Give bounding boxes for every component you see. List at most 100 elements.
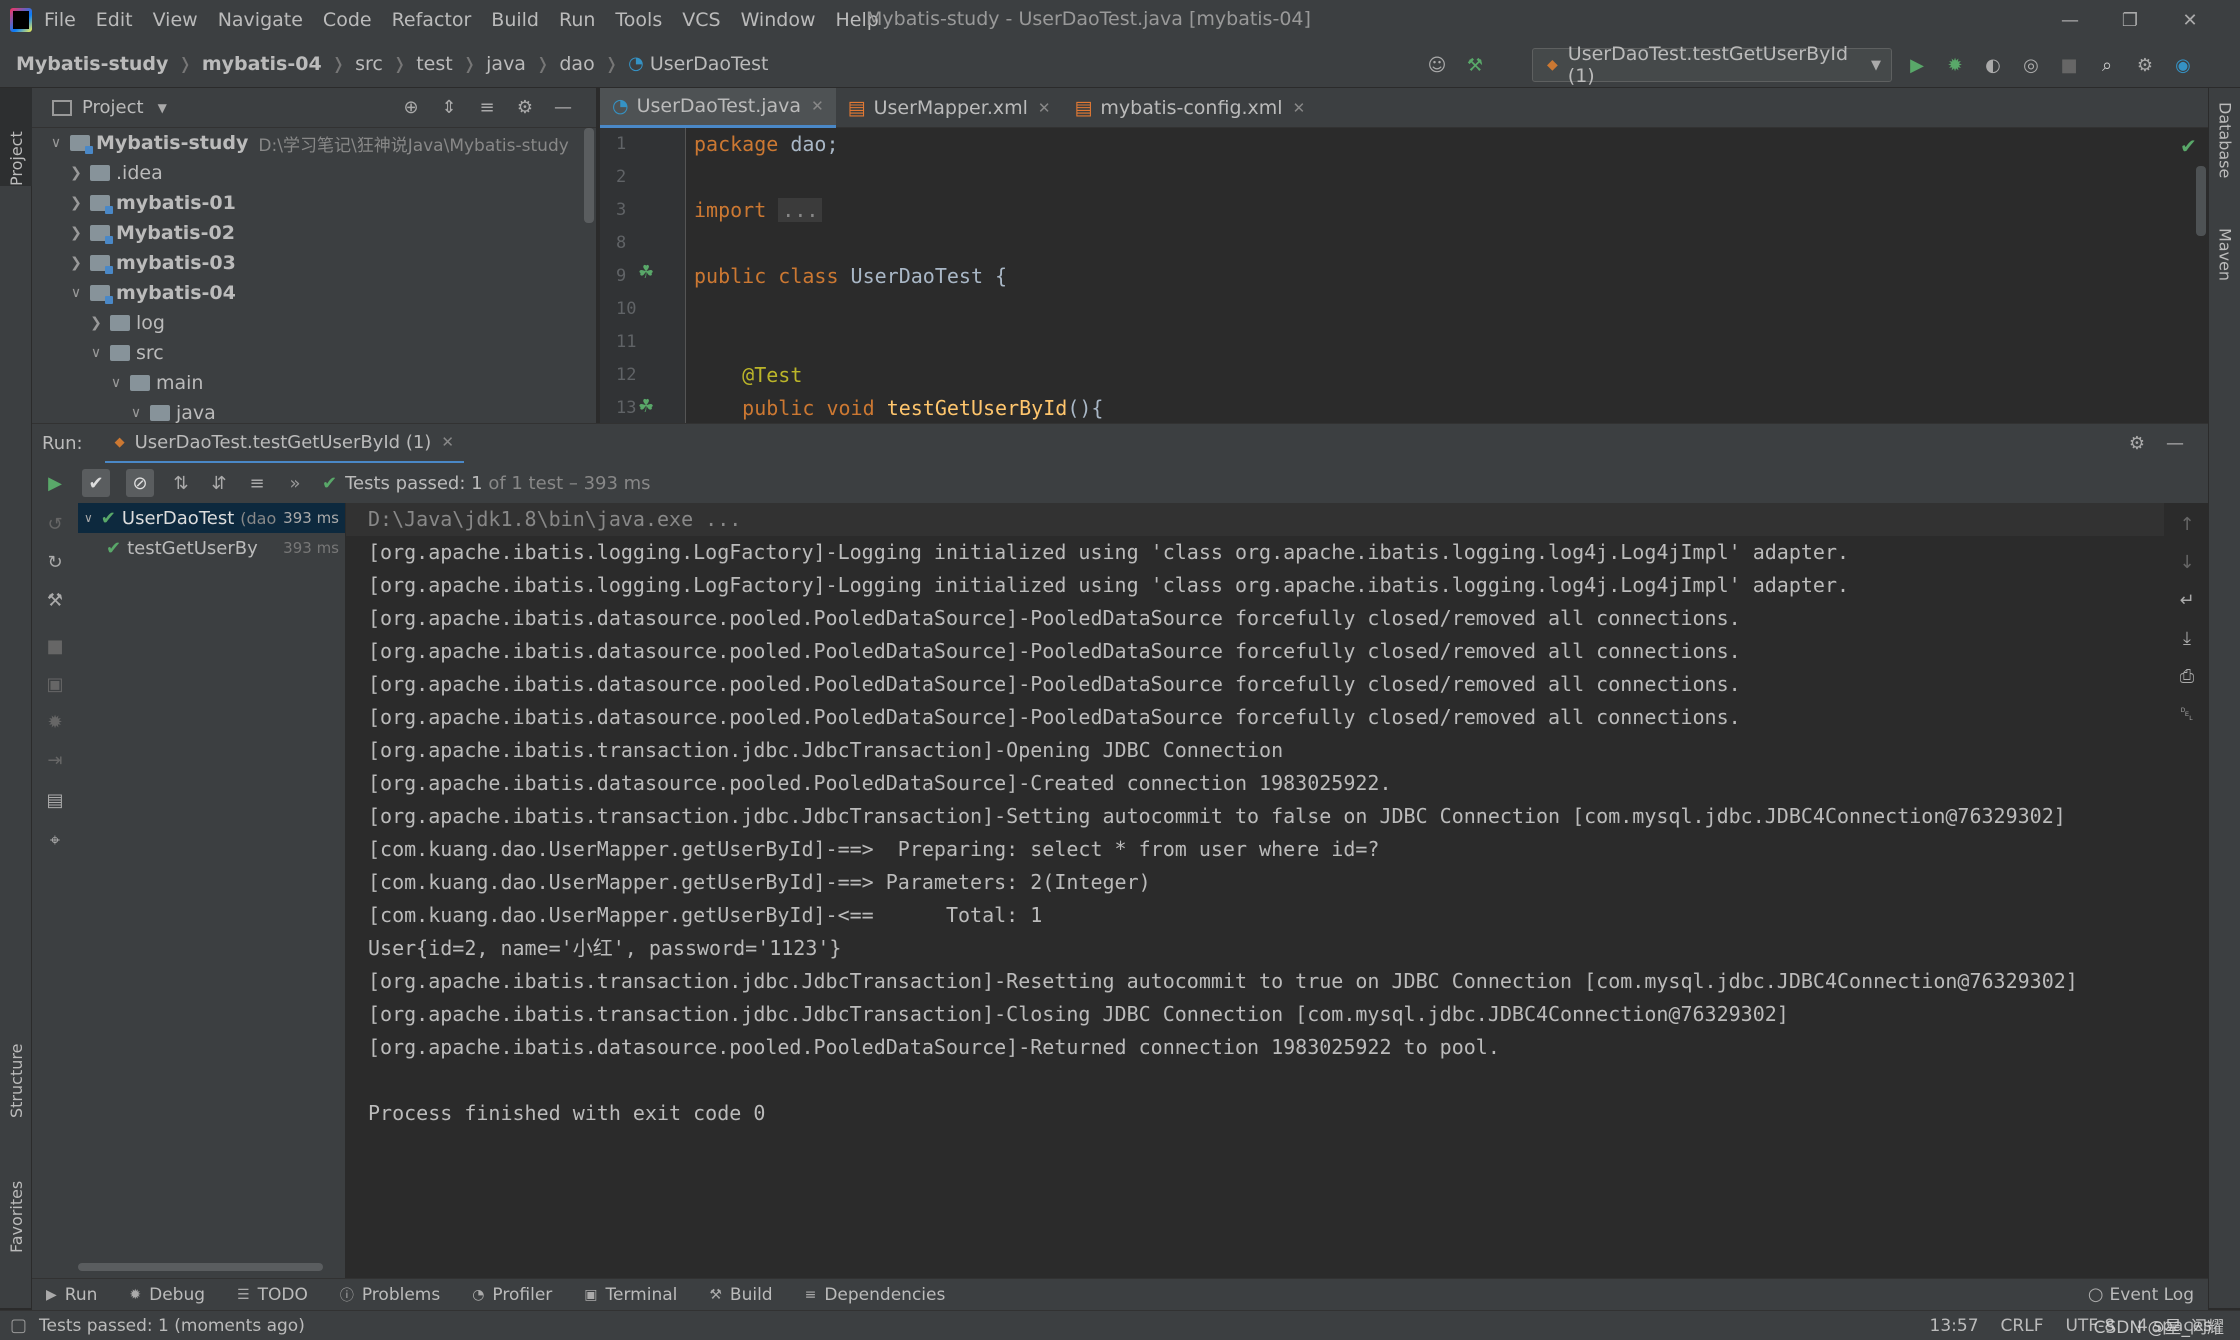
code-editor[interactable]: package dao; import ... public class UserD… <box>686 128 2206 423</box>
project-tree-node[interactable]: ❯ mybatis-03 <box>32 248 596 278</box>
rerun-icon[interactable]: ▶ <box>44 472 66 494</box>
gear-icon[interactable]: ⚙ <box>514 97 536 119</box>
maven-tool-button[interactable]: Maven <box>2209 228 2240 318</box>
chevron-down-icon[interactable]: ∨ <box>46 135 66 151</box>
soft-wrap-icon[interactable]: ↵ <box>2176 589 2198 611</box>
tool-tab-problems[interactable]: ⓘ Problems <box>340 1285 440 1305</box>
menu-item[interactable]: View <box>153 9 198 31</box>
inspection-ok-icon[interactable]: ✔ <box>2180 134 2197 158</box>
database-tool-button[interactable]: Database <box>2209 102 2240 212</box>
stop-icon[interactable]: ■ <box>44 635 66 657</box>
tool-tab-debug[interactable]: ✹ Debug <box>129 1285 205 1305</box>
search-icon[interactable]: ⌕ <box>2096 54 2118 76</box>
breadcrumb-item[interactable]: src <box>355 53 383 75</box>
editor-tab[interactable]: ◔ UserDaoTest.java ✕ <box>600 87 836 128</box>
chevron-right-icon[interactable]: ❯ <box>66 195 86 211</box>
pin-icon[interactable]: ⌖ <box>44 829 66 851</box>
build-hammer-icon[interactable]: ⚒ <box>1464 54 1486 76</box>
menu-item[interactable]: Refactor <box>392 9 472 31</box>
project-tree-node[interactable]: ∨ mybatis-04 <box>32 278 596 308</box>
project-tree-node[interactable]: ∨ java <box>32 398 596 423</box>
expand-all-icon[interactable]: ⇕ <box>438 97 460 119</box>
breadcrumb-item[interactable]: test <box>416 53 453 75</box>
gear-icon[interactable]: ⚙ <box>2126 433 2148 455</box>
settings-gear-icon[interactable]: ⚙ <box>2134 54 2156 76</box>
favorites-tool-button[interactable]: Favorites <box>0 1158 32 1253</box>
run-gutter-icon[interactable]: ☘ <box>638 396 654 417</box>
project-tree-node[interactable]: ❯ .idea <box>32 158 596 188</box>
hide-icon[interactable]: — <box>552 97 574 119</box>
structure-tool-button[interactable]: Structure <box>0 1028 32 1118</box>
menu-item[interactable]: Run <box>559 9 595 31</box>
project-scrollbar[interactable] <box>584 128 594 223</box>
menu-item[interactable]: VCS <box>682 9 720 31</box>
scroll-to-end-icon[interactable]: ⤓ <box>2176 627 2198 649</box>
layout-icon[interactable]: ▤ <box>44 789 66 811</box>
project-tree-node[interactable]: ❯ Mybatis-02 <box>32 218 596 248</box>
menu-item[interactable]: Tools <box>615 9 662 31</box>
project-tree-node[interactable]: ❯ log <box>32 308 596 338</box>
run-tab[interactable]: ◆ UserDaoTest.testGetUserById (1) ✕ <box>104 424 464 464</box>
hide-icon[interactable]: — <box>2164 433 2186 455</box>
chevron-right-icon[interactable]: ❯ <box>66 165 86 181</box>
editor-tab[interactable]: ▤ UserMapper.xml ✕ <box>836 88 1063 128</box>
run-gutter-icon[interactable]: ☘ <box>638 262 654 283</box>
chevron-right-icon[interactable]: ❯ <box>86 315 106 331</box>
console-output[interactable]: D:\Java\jdk1.8\bin\java.exe ... [org.apac… <box>346 503 2164 1278</box>
run-icon[interactable]: ▶ <box>1906 54 1928 76</box>
menu-item[interactable]: File <box>44 9 76 31</box>
menu-item[interactable]: Edit <box>96 9 133 31</box>
wrench-icon[interactable]: ⚒ <box>44 589 66 611</box>
tool-tab-terminal[interactable]: ▣ Terminal <box>584 1285 677 1305</box>
expand-all-icon[interactable]: ≡ <box>246 472 268 494</box>
up-arrow-icon[interactable]: ↑ <box>2176 513 2198 535</box>
menu-item[interactable]: Navigate <box>218 9 303 31</box>
chevron-down-icon[interactable]: ∨ <box>66 285 86 301</box>
chevron-right-icon[interactable]: ❯ <box>66 255 86 271</box>
chevron-down-icon[interactable]: ∨ <box>126 405 146 421</box>
status-panel-icon[interactable]: ▢ <box>10 1315 27 1336</box>
breadcrumb-item[interactable]: UserDaoTest <box>650 53 769 75</box>
test-node-method[interactable]: ✔ testGetUserBy 393 ms <box>78 533 345 563</box>
project-panel-title[interactable]: Project <box>82 97 144 118</box>
chevron-down-icon[interactable]: ▼ <box>158 101 167 115</box>
editor-tab[interactable]: ▤ mybatis-config.xml ✕ <box>1062 88 1317 128</box>
plugin-icon[interactable]: ◉ <box>2172 54 2194 76</box>
down-arrow-icon[interactable]: ↓ <box>2176 551 2198 573</box>
project-tree-node[interactable]: ❯ mybatis-01 <box>32 188 596 218</box>
debug-icon[interactable]: ✹ <box>1944 54 1966 76</box>
close-icon[interactable]: ✕ <box>1293 99 1306 117</box>
show-ignored-icon[interactable]: ⊘ <box>126 469 154 497</box>
profile-icon[interactable]: ◎ <box>2020 54 2042 76</box>
coverage-icon[interactable]: ◐ <box>1982 54 2004 76</box>
project-tree-node[interactable]: ∨ main <box>32 368 596 398</box>
menu-item[interactable]: Window <box>741 9 816 31</box>
close-icon[interactable]: ✕ <box>1038 99 1051 117</box>
trash-icon[interactable]: ␡ <box>2176 703 2198 725</box>
sort-alpha-icon[interactable]: ⇅ <box>170 472 192 494</box>
more-icon[interactable]: » <box>284 472 306 494</box>
toggle-auto-test-icon[interactable]: ↻ <box>44 551 66 573</box>
breadcrumb-item[interactable]: dao <box>559 53 594 75</box>
tool-tab-dependencies[interactable]: ≡ Dependencies <box>805 1285 946 1305</box>
breadcrumb-item[interactable]: java <box>486 53 526 75</box>
project-tree-node[interactable]: ∨ Mybatis-study D:\学习笔记\狂神说Java\Mybatis-st… <box>32 128 596 158</box>
sort-duration-icon[interactable]: ⇵ <box>208 472 230 494</box>
debug-icon[interactable]: ✹ <box>44 711 66 733</box>
breadcrumb-item[interactable]: Mybatis-study <box>16 53 168 75</box>
project-tool-button[interactable]: Project <box>0 88 32 186</box>
close-icon[interactable]: ✕ <box>441 433 454 451</box>
chevron-right-icon[interactable]: ❯ <box>66 225 86 241</box>
stop-icon[interactable]: ■ <box>2058 54 2080 76</box>
tool-tab-run[interactable]: ▶ Run <box>46 1285 97 1305</box>
minimize-button[interactable]: — <box>2040 10 2100 31</box>
run-configuration-select[interactable]: ◆ UserDaoTest.testGetUserById (1) ▼ <box>1532 43 1892 87</box>
menu-item[interactable]: Build <box>491 9 539 31</box>
tool-tab-todo[interactable]: ☰ TODO <box>237 1285 308 1305</box>
camera-icon[interactable]: ▣ <box>44 673 66 695</box>
event-log-button[interactable]: ○ Event Log <box>2088 1284 2194 1305</box>
caret-position[interactable]: 13:57 <box>1930 1316 1979 1336</box>
chevron-down-icon[interactable]: ∨ <box>86 345 106 361</box>
print-icon[interactable]: ⎙ <box>2176 665 2198 687</box>
show-passed-icon[interactable]: ✔ <box>82 469 110 497</box>
